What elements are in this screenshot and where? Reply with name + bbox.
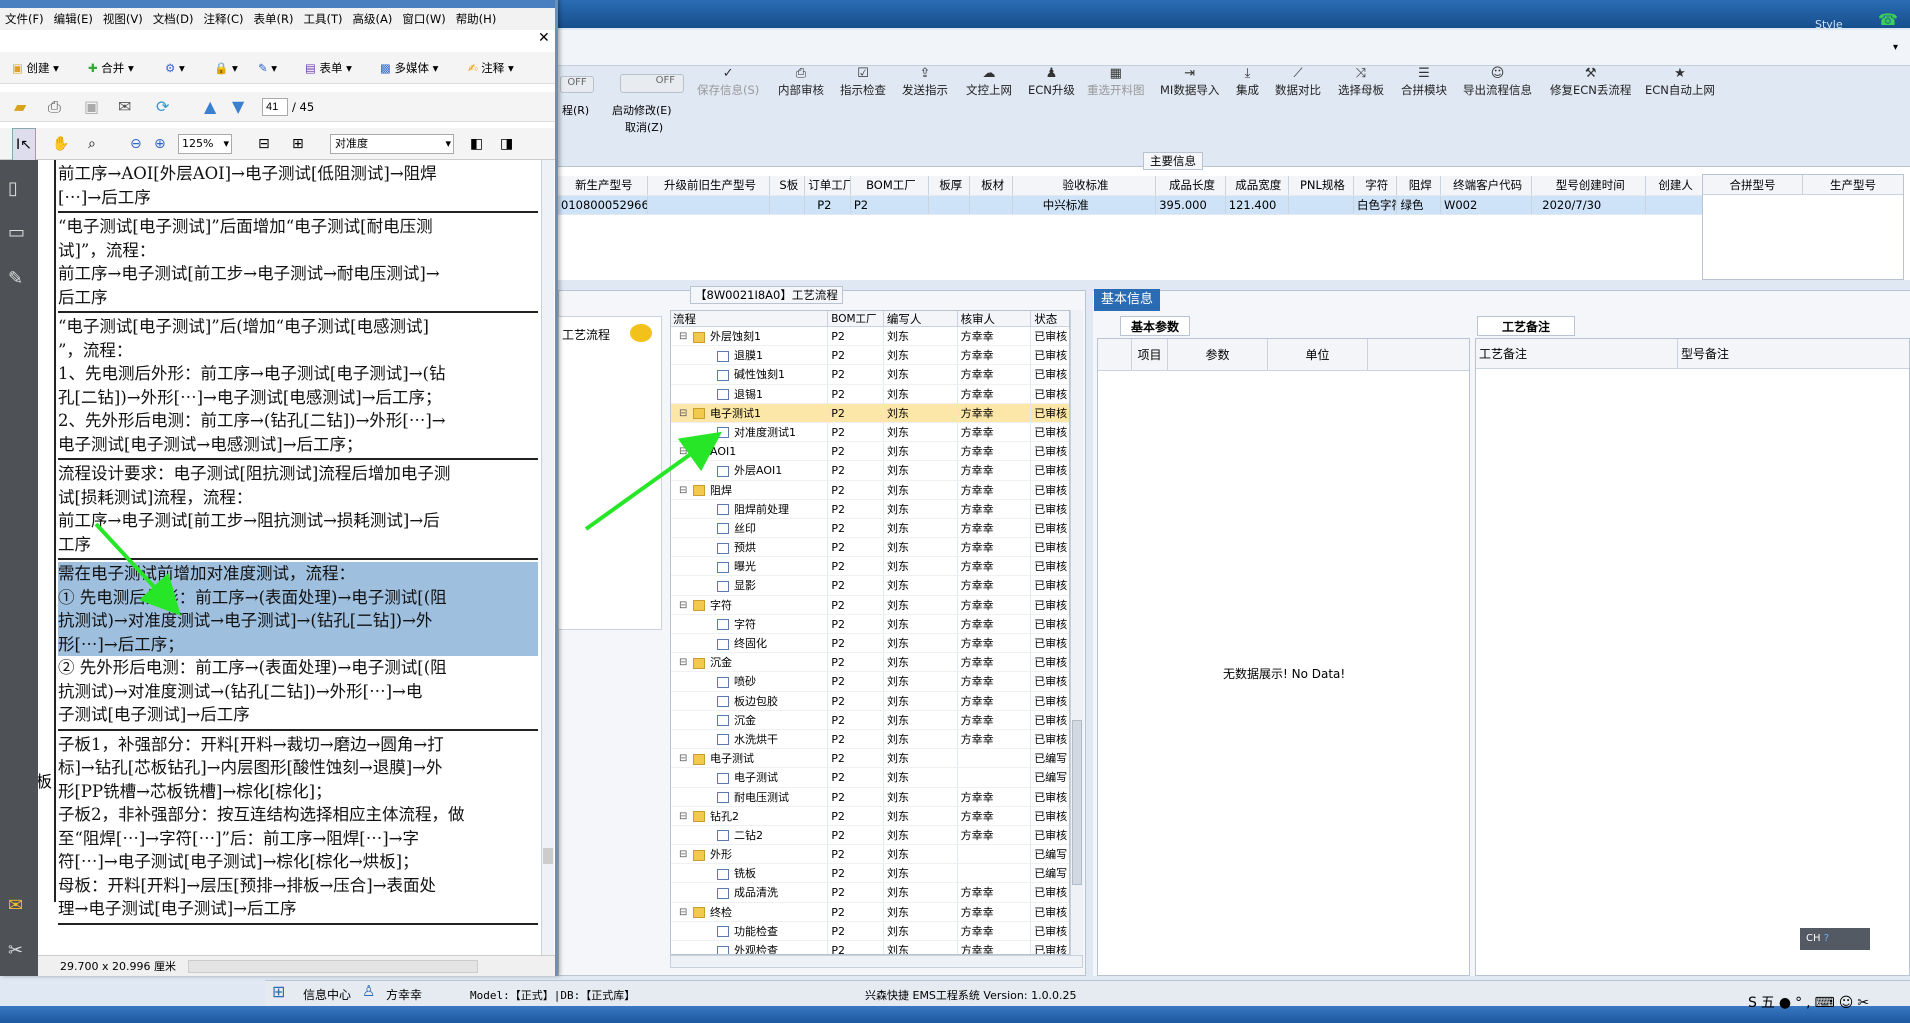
annotation-arrows [94,431,723,616]
arrow-to-tree-item [584,431,723,531]
arrow-to-pdf-text [94,522,181,616]
